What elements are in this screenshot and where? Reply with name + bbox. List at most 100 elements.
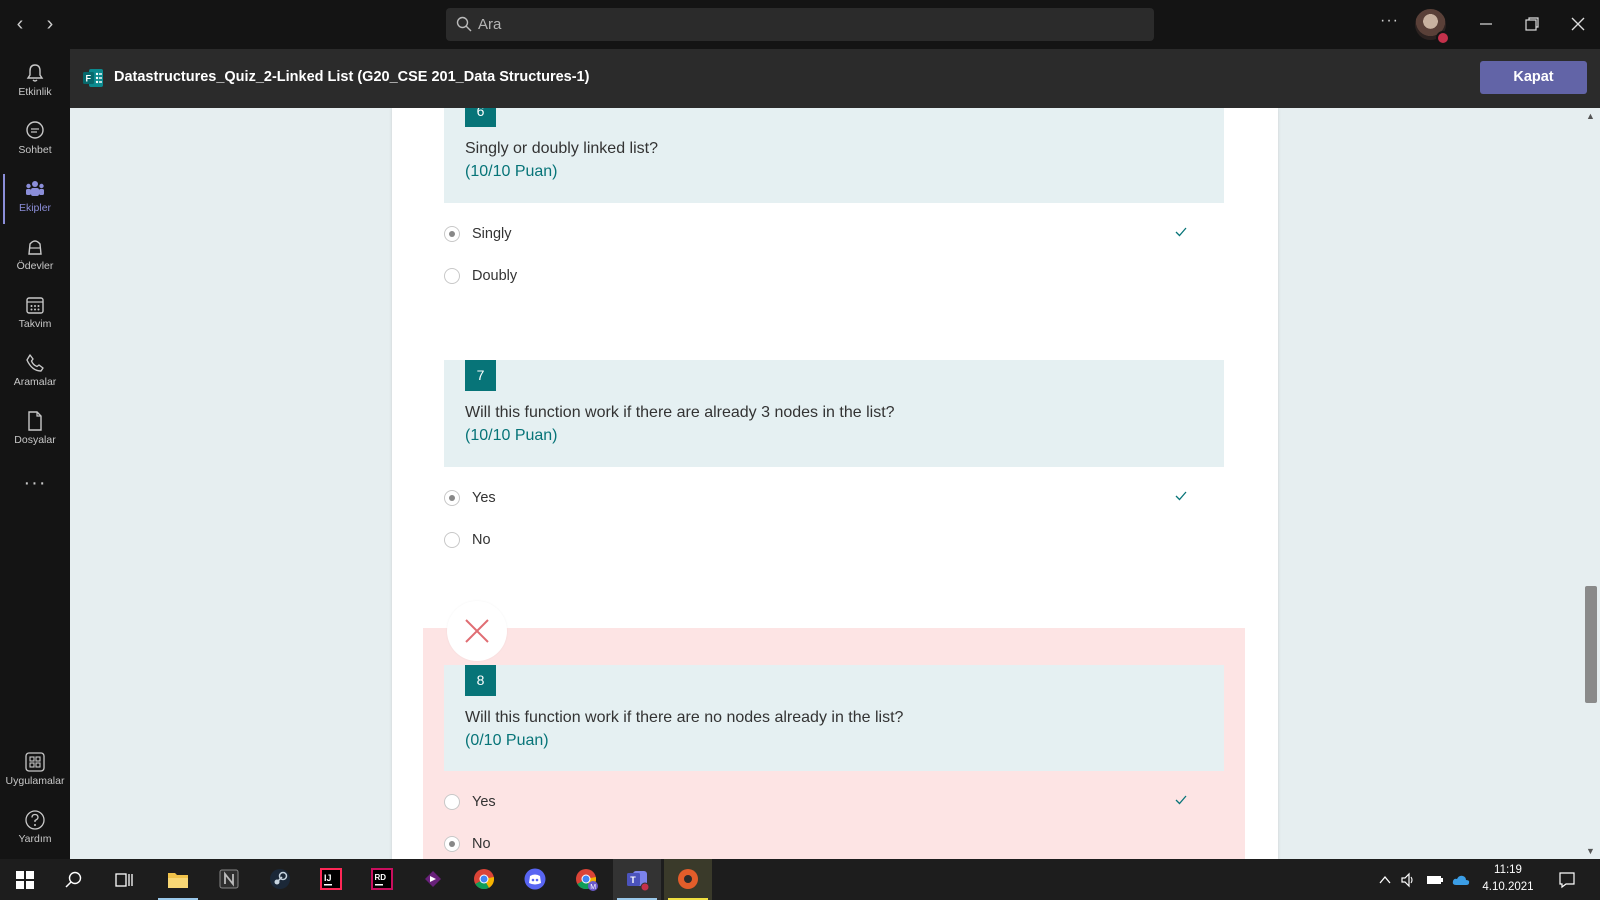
answer-option[interactable]: Yes [444,488,1204,510]
rail-item-activity[interactable]: Etkinlik [0,56,70,112]
task-view-icon[interactable] [115,871,133,889]
back-arrow-icon[interactable]: ‹ [8,12,32,36]
search-icon[interactable] [65,871,83,889]
chevron-up-icon[interactable] [1378,873,1392,887]
question-header: 7 Will this function work if there are a… [444,360,1224,467]
teams-app[interactable]: T [613,859,661,900]
app-rail: Etkinlik Sohbet Ekipler Ödevler Takvim A… [0,49,70,859]
rail-label: Takvim [18,318,52,330]
scrollbar[interactable]: ▲ ▼ [1583,108,1600,859]
rail-item-files[interactable]: Dosyalar [0,404,70,460]
radio-button[interactable] [444,268,460,284]
answer-option[interactable]: Singly [444,224,1204,246]
rail-item-help[interactable]: Yardım [0,803,70,859]
title-bar: ‹ › Ara ··· [0,0,1600,49]
scrollbar-thumb[interactable] [1585,586,1597,703]
visual-studio-app[interactable] [409,859,457,900]
rail-label: Ekipler [18,202,52,214]
answer-option[interactable]: No [444,530,1204,552]
visual-studio-icon [425,871,441,887]
clock-time: 11:19 [1494,864,1522,876]
minimize-icon[interactable] [1478,16,1494,32]
close-window-icon[interactable] [1570,16,1586,32]
notion-app[interactable] [205,859,253,900]
media-player-icon [678,869,698,889]
windows-start-icon[interactable] [16,871,34,889]
question-header: 6 Singly or doubly linked list? (10/10 P… [444,108,1224,203]
rail-item-calendar[interactable]: Takvim [0,288,70,344]
onedrive-icon[interactable] [1452,873,1470,887]
correct-check-icon [1175,795,1187,805]
search-placeholder: Ara [478,16,502,33]
forward-arrow-icon[interactable]: › [38,12,62,36]
scroll-up-icon[interactable]: ▲ [1586,111,1595,121]
svg-text:M: M [590,884,596,891]
rail-item-apps[interactable]: Uygulamalar [0,745,70,801]
help-icon [25,810,45,830]
question-text: Will this function work if there are alr… [465,404,895,421]
scroll-down-icon[interactable]: ▼ [1586,846,1595,856]
radio-button[interactable] [444,532,460,548]
file-explorer-app[interactable] [154,859,202,900]
question-header: 8 Will this function work if there are n… [444,665,1224,771]
svg-text:T: T [630,875,636,885]
chrome-profile-app[interactable]: M [562,859,610,900]
question-number: 6 [465,108,496,127]
answer-option[interactable]: No [444,834,1204,856]
rail-label: Aramalar [13,376,57,388]
restore-icon[interactable] [1524,16,1540,32]
question-points: (10/10 Puan) [465,163,558,180]
notifications-icon[interactable] [1558,871,1576,889]
answer-option[interactable]: Yes [444,792,1204,814]
phone-icon [26,354,44,372]
chrome-icon [474,869,495,890]
rail-item-teams[interactable]: Ekipler [0,172,70,228]
radio-button[interactable] [444,794,460,810]
more-apps-icon[interactable]: ··· [0,472,70,495]
radio-button[interactable] [444,226,460,242]
clock[interactable]: 11:19 4.10.2021 [1480,862,1536,896]
rail-label: Yardım [18,833,52,845]
battery-icon[interactable] [1426,873,1444,887]
rider-app[interactable]: RD [358,859,406,900]
chat-icon [26,121,44,139]
svg-text:RD: RD [375,873,387,882]
radio-button[interactable] [444,490,460,506]
rail-item-assignments[interactable]: Ödevler [0,230,70,286]
file-explorer-icon [168,873,188,888]
radio-button[interactable] [444,836,460,852]
bell-icon [26,64,44,82]
rail-item-calls[interactable]: Aramalar [0,346,70,402]
chrome-app[interactable] [460,859,508,900]
quiz-card: 6 Singly or doubly linked list? (10/10 P… [392,108,1278,859]
rail-label: Sohbet [18,144,52,156]
close-button[interactable]: Kapat [1480,61,1587,94]
search-icon [456,16,472,32]
option-label: Singly [472,226,512,242]
question-text: Will this function work if there are no … [465,709,904,726]
question-number: 8 [465,665,496,696]
question-text: Singly or doubly linked list? [465,140,658,157]
rail-label: Ödevler [16,260,54,272]
rider-icon: RD [371,868,393,890]
quiz-results-area: 6 Singly or doubly linked list? (10/10 P… [70,108,1583,859]
wrong-badge [447,601,507,661]
discord-app[interactable] [511,859,559,900]
answer-option[interactable]: Doubly [444,266,1204,288]
media-player-app[interactable] [664,859,712,900]
search-box[interactable]: Ara [446,8,1154,41]
correct-check-icon [1175,227,1187,237]
steam-icon [270,869,290,889]
rail-label: Uygulamalar [5,775,65,787]
chrome-profile-icon: M [576,869,598,891]
option-label: Yes [472,794,496,810]
rail-item-chat[interactable]: Sohbet [0,114,70,170]
volume-icon[interactable] [1400,872,1416,888]
presence-busy-icon [1436,31,1450,45]
question-number: 7 [465,360,496,391]
assignments-icon [28,240,42,255]
intellij-app[interactable]: IJ [307,859,355,900]
steam-app[interactable] [256,859,304,900]
discord-icon [524,868,546,890]
question-points: (10/10 Puan) [465,427,558,444]
